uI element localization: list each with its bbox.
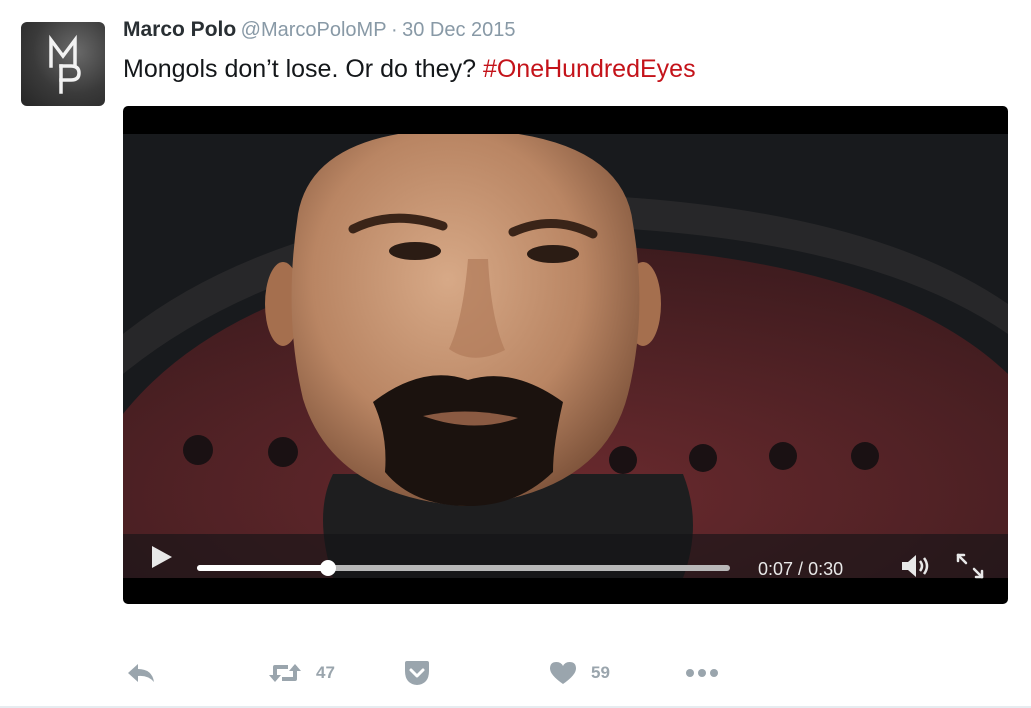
- header-separator: ·: [391, 19, 398, 41]
- more-icon: [686, 668, 718, 677]
- progress-bar[interactable]: [197, 560, 730, 576]
- tweet-body: Mongols don’t lose. Or do they?: [123, 55, 476, 83]
- video-frame[interactable]: [123, 134, 1008, 578]
- reply-button[interactable]: [126, 650, 156, 695]
- progress-fill: [197, 565, 328, 571]
- marco-polo-logo: [49, 34, 81, 94]
- author-handle[interactable]: @MarcoPoloMP: [241, 19, 387, 41]
- pocket-icon: [405, 660, 429, 685]
- reply-icon: [128, 663, 154, 682]
- more-button[interactable]: [685, 650, 719, 695]
- tweet-date[interactable]: 30 Dec 2015: [402, 19, 515, 41]
- like-count: 59: [591, 662, 610, 682]
- progress-handle[interactable]: [319, 560, 336, 576]
- time-separator: /: [793, 559, 809, 579]
- retweet-icon: [269, 663, 301, 682]
- duration: 0:30: [808, 559, 844, 579]
- retweet-button[interactable]: 47: [268, 650, 335, 695]
- like-button[interactable]: 59: [549, 650, 610, 695]
- avatar[interactable]: [21, 22, 105, 106]
- fullscreen-icon[interactable]: [955, 552, 985, 580]
- time-display: 0:07 / 0:30: [758, 559, 843, 580]
- current-time: 0:07: [758, 559, 794, 579]
- author-name[interactable]: Marco Polo: [123, 18, 236, 41]
- tweet-header: Marco Polo @MarcoPoloMP · 30 Dec 2015: [123, 18, 516, 42]
- hashtag-link[interactable]: #OneHundredEyes: [483, 55, 696, 83]
- heart-icon: [550, 661, 576, 684]
- volume-icon[interactable]: [900, 553, 934, 579]
- tweet-text: Mongols don’t lose. Or do they? #OneHund…: [123, 55, 696, 84]
- play-icon[interactable]: [150, 544, 174, 570]
- pocket-button[interactable]: [403, 650, 431, 695]
- video-controls: 0:07 / 0:30: [123, 534, 1008, 580]
- video-player[interactable]: 0:07 / 0:30: [123, 106, 1008, 604]
- retweet-count: 47: [316, 662, 335, 682]
- tweet-actions: 47 59: [0, 650, 1031, 695]
